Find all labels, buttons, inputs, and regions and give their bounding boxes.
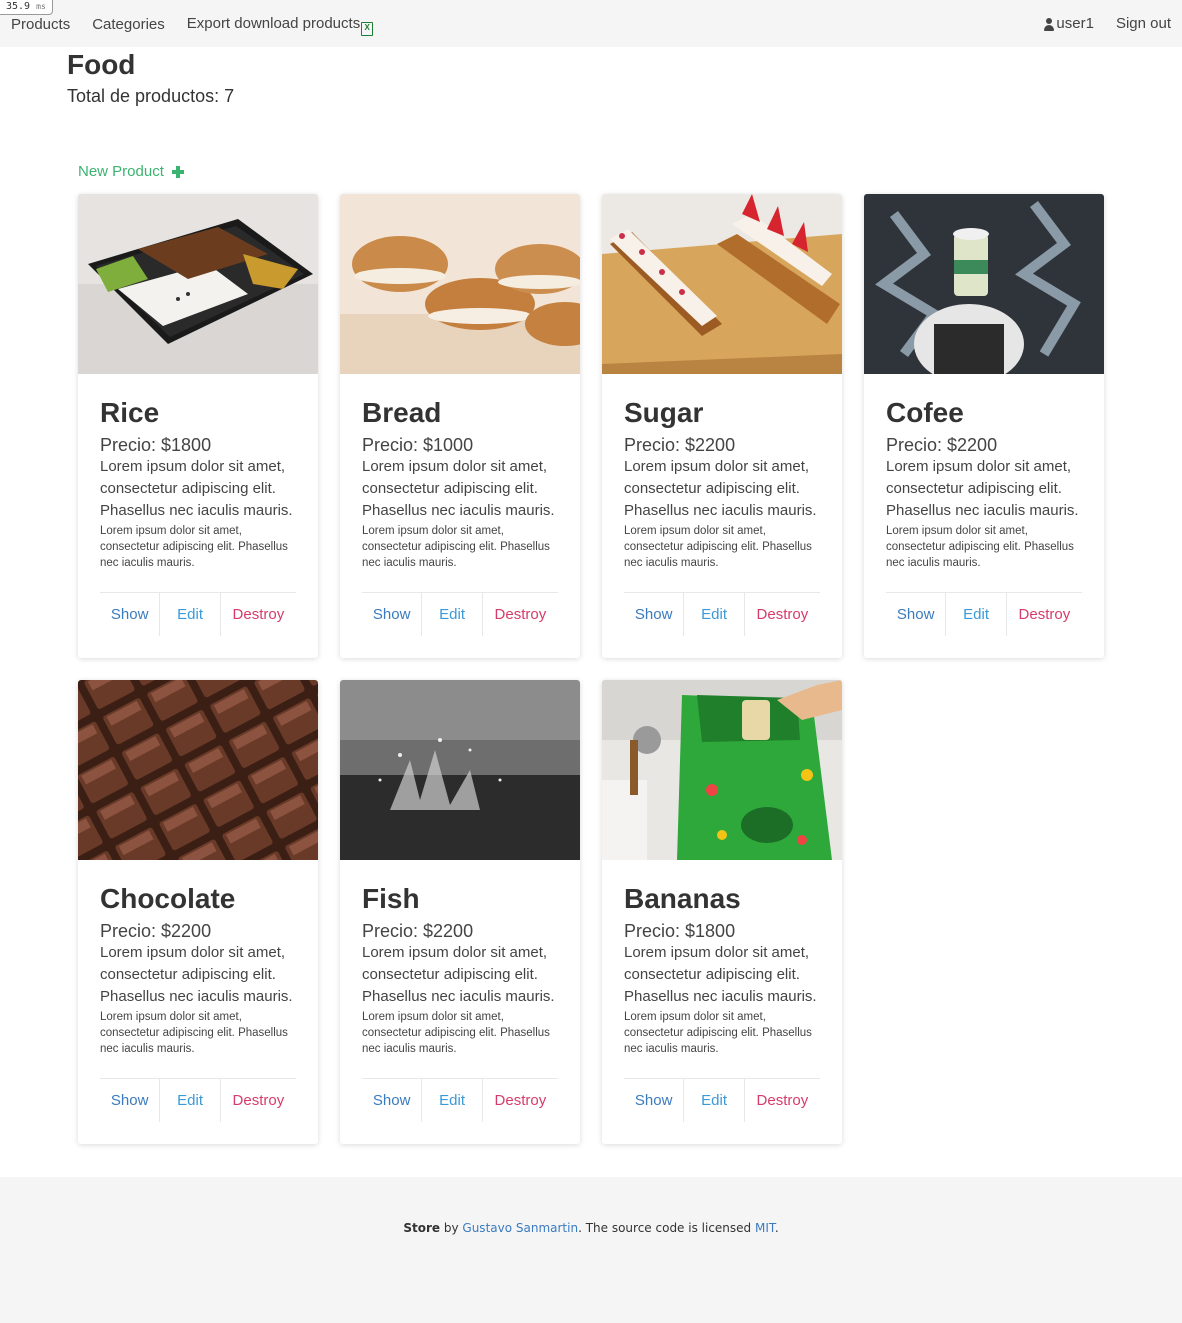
nav-export-label: Export download products [186,15,361,32]
show-button[interactable]: Show [100,593,161,636]
destroy-button[interactable]: Destroy [221,1079,296,1122]
product-description: Lorem ipsum dolor sit amet, consectetur … [624,458,817,519]
product-image-bananas[interactable] [602,680,842,860]
product-description-small: Lorem ipsum dolor sit amet, consectetur … [362,1011,550,1055]
product-image-chocolate[interactable] [78,680,318,860]
footer-end: . [774,1221,779,1235]
card-actions: Show Edit Destroy [362,592,558,636]
product-card-bananas: Bananas Precio: $1800 Lorem ipsum dolor … [602,680,842,1144]
nav-products-link[interactable]: Products [11,15,70,35]
product-description-small: Lorem ipsum dolor sit amet, consectetur … [100,525,288,569]
product-name: Bread [362,397,442,428]
new-product-label: New Product [78,163,164,180]
edit-button[interactable]: Edit [160,1079,221,1122]
product-name: Rice [100,397,160,428]
card-actions: Show Edit Destroy [362,1078,558,1122]
product-card-rice: Rice Precio: $1800 Lorem ipsum dolor sit… [78,194,318,658]
product-description: Lorem ipsum dolor sit amet, consectetur … [624,944,817,1005]
card-actions: Show Edit Destroy [624,592,820,636]
show-button[interactable]: Show [100,1079,161,1122]
show-button[interactable]: Show [362,593,423,636]
excel-file-icon: X [361,22,374,36]
show-button[interactable]: Show [362,1079,423,1122]
product-image-cofee[interactable] [864,194,1104,374]
new-product-link[interactable]: New Product [78,162,184,182]
product-price: Precio: $1800 [624,921,736,941]
product-description-small: Lorem ipsum dolor sit amet, consectetur … [100,1011,288,1055]
product-name: Chocolate [100,883,236,914]
render-timing: 35.9 ms [0,0,53,15]
nav-categories-link[interactable]: Categories [92,15,165,35]
footer-license-text: . The source code is licensed [578,1221,752,1235]
nav-right: user1 Sign out [1044,14,1171,34]
author-link[interactable]: Gustavo Sanmartin [462,1221,578,1235]
card-actions: Show Edit Destroy [100,592,296,636]
destroy-button[interactable]: Destroy [483,593,558,636]
sign-out-link[interactable]: Sign out [1116,14,1171,34]
product-description-small: Lorem ipsum dolor sit amet, consectetur … [362,525,550,569]
product-card-sugar: Sugar Precio: $2200 Lorem ipsum dolor si… [602,194,842,658]
user-name: user1 [1056,15,1094,32]
product-image-fish[interactable] [340,680,580,860]
product-description: Lorem ipsum dolor sit amet, consectetur … [886,458,1079,519]
product-card-chocolate: Chocolate Precio: $2200 Lorem ipsum dolo… [78,680,318,1144]
product-price: Precio: $1000 [362,435,474,455]
timing-value: 35.9 [6,1,31,12]
product-description-small: Lorem ipsum dolor sit amet, consectetur … [624,525,812,569]
footer: Store by Gustavo Sanmartin. The source c… [0,1177,1182,1323]
footer-brand: Store [403,1221,441,1235]
product-image-rice[interactable] [78,194,318,374]
product-card-fish: Fish Precio: $2200 Lorem ipsum dolor sit… [340,680,580,1144]
footer-by: by [443,1221,459,1235]
show-button[interactable]: Show [886,593,947,636]
destroy-button[interactable]: Destroy [1007,593,1082,636]
license-link[interactable]: MIT [755,1221,775,1235]
product-image-bread[interactable] [340,194,580,374]
plus-icon [171,166,184,178]
edit-button[interactable]: Edit [684,593,745,636]
product-price: Precio: $2200 [886,435,998,455]
product-image-sugar[interactable] [602,194,842,374]
card-actions: Show Edit Destroy [100,1078,296,1122]
product-price: Precio: $1800 [100,435,212,455]
product-description: Lorem ipsum dolor sit amet, consectetur … [100,458,293,519]
edit-button[interactable]: Edit [160,593,221,636]
edit-button[interactable]: Edit [422,593,483,636]
edit-button[interactable]: Edit [946,593,1007,636]
destroy-button[interactable]: Destroy [745,1079,820,1122]
product-price: Precio: $2200 [100,921,212,941]
edit-button[interactable]: Edit [422,1079,483,1122]
product-price: Precio: $2200 [624,435,736,455]
card-actions: Show Edit Destroy [624,1078,820,1122]
nav-export-link[interactable]: Export download products X [186,14,374,36]
product-description-small: Lorem ipsum dolor sit amet, consectetur … [624,1011,812,1055]
product-name: Sugar [624,397,704,428]
product-card-cofee: Cofee Precio: $2200 Lorem ipsum dolor si… [864,194,1104,658]
product-name: Cofee [886,397,964,428]
product-name: Bananas [624,883,741,914]
destroy-button[interactable]: Destroy [221,593,296,636]
product-description: Lorem ipsum dolor sit amet, consectetur … [100,944,293,1005]
card-actions: Show Edit Destroy [886,592,1082,636]
nav-left: Products Categories Export download prod… [11,14,395,36]
page-title: Food [67,49,136,80]
product-price: Precio: $2200 [362,921,474,941]
product-description: Lorem ipsum dolor sit amet, consectetur … [362,458,555,519]
show-button[interactable]: Show [624,1079,685,1122]
product-count: Total de productos: 7 [67,86,235,106]
user-menu-link[interactable]: user1 [1044,14,1094,34]
destroy-button[interactable]: Destroy [483,1079,558,1122]
footer-credits: Store by Gustavo Sanmartin. The source c… [0,1221,1182,1235]
product-name: Fish [362,883,420,914]
product-card-bread: Bread Precio: $1000 Lorem ipsum dolor si… [340,194,580,658]
user-icon [1044,17,1055,31]
edit-button[interactable]: Edit [684,1079,745,1122]
navbar: Products Categories Export download prod… [0,0,1182,47]
show-button[interactable]: Show [624,593,685,636]
product-description: Lorem ipsum dolor sit amet, consectetur … [362,944,555,1005]
product-description-small: Lorem ipsum dolor sit amet, consectetur … [886,525,1074,569]
destroy-button[interactable]: Destroy [745,593,820,636]
timing-unit: ms [36,2,46,11]
